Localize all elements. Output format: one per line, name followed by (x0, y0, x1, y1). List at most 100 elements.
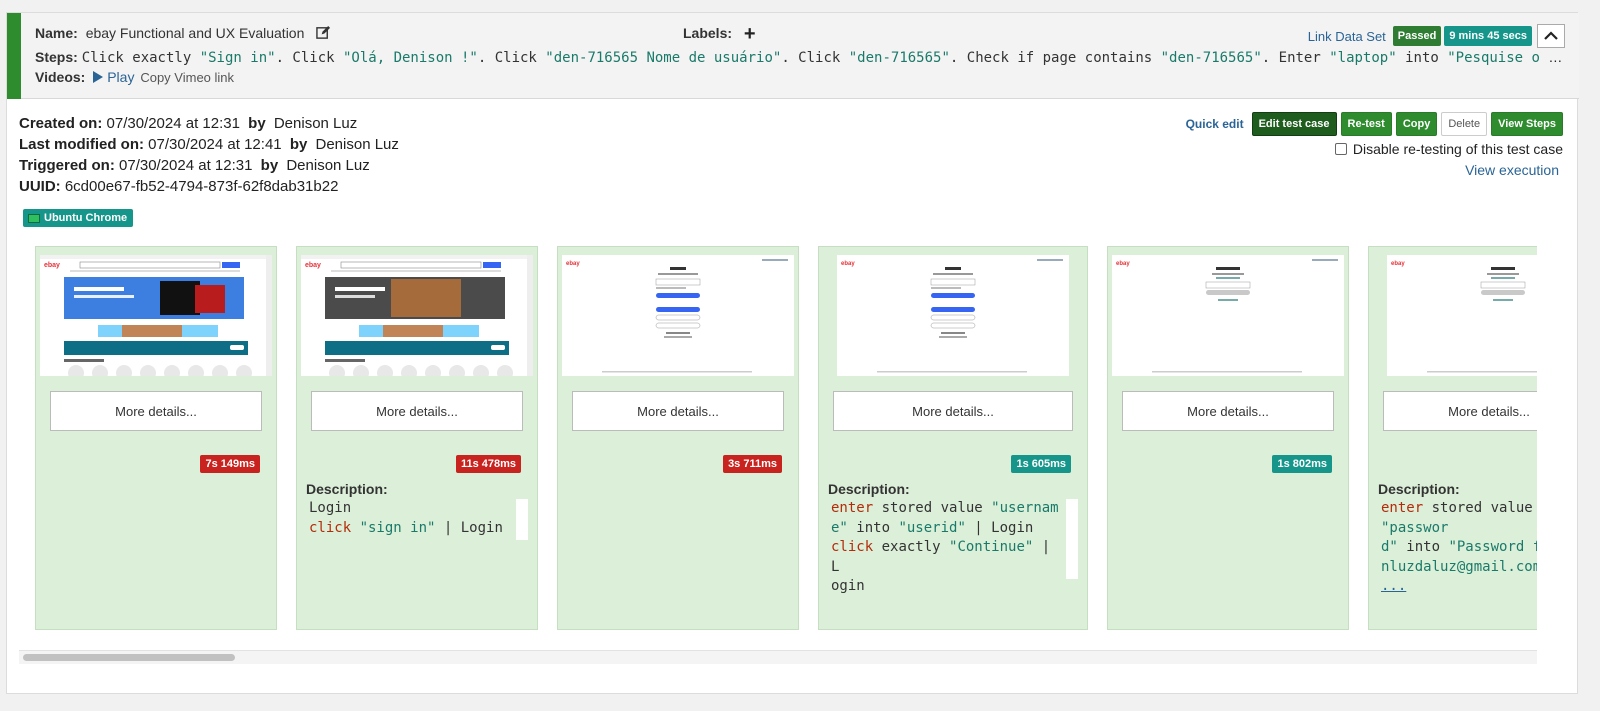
step-duration-badge: 7s 149ms (200, 455, 260, 473)
step-duration-badge: 1s 605ms (1011, 455, 1071, 473)
status-badge: Passed (1392, 26, 1442, 46)
environment-tag: Ubuntu Chrome (23, 209, 134, 227)
chevron-up-icon (1544, 31, 1558, 40)
step-screenshot[interactable]: ebay (1387, 255, 1537, 376)
description-token: "passwor (1381, 519, 1449, 536)
step-duration-badge: 3s 711ms (723, 455, 782, 473)
disable-retest-label: Disable re-testing of this test case (1352, 141, 1563, 157)
description-token: "Password fo (1448, 539, 1537, 555)
view-execution-link[interactable]: View execution (1465, 162, 1559, 178)
triggered-row: Triggered on: 07/30/2024 at 12:31 by Den… (19, 155, 399, 176)
step-card: ebay More details... 1s 802ms (1107, 246, 1349, 630)
more-details-button[interactable]: More details... (1383, 391, 1537, 431)
status-stripe (7, 13, 21, 99)
more-details-button[interactable]: More details... (311, 391, 523, 431)
by-label: by (248, 115, 266, 132)
description-label: Description: (306, 481, 388, 497)
step-screenshot[interactable]: ebay (837, 255, 1069, 376)
description-token: exactly (873, 539, 950, 555)
modified-row: Last modified on: 07/30/2024 at 12:41 by… (19, 134, 399, 155)
retest-button[interactable]: Re-test (1340, 112, 1392, 136)
add-label-icon[interactable]: + (744, 23, 756, 45)
test-case-card: Name: ebay Functional and UX Evaluation … (6, 12, 1579, 694)
scrollbar-thumb[interactable] (23, 654, 235, 661)
link-data-set-link[interactable]: Link Data Set (1308, 29, 1386, 44)
svg-text:ebay: ebay (44, 262, 60, 269)
triggered-label: Triggered on: (19, 157, 115, 174)
steps-label: Steps: (35, 49, 78, 65)
triggered-value: 07/30/2024 at 12:31 (119, 157, 253, 174)
step-description: Login click "sign in" | Login (309, 499, 511, 538)
name-label: Name: (35, 25, 78, 41)
step-screenshot[interactable]: ebay (301, 255, 533, 376)
step-card: ebay More details... 7s 149ms (35, 246, 277, 630)
os-icon (28, 213, 40, 223)
description-line: Login (309, 499, 511, 519)
more-details-button[interactable]: More details... (833, 391, 1073, 431)
step-screenshot[interactable]: ebay (1112, 255, 1344, 376)
labels-row: Labels: + (683, 24, 756, 44)
step-card: ebay More details... Description: enter st… (1368, 246, 1537, 630)
step-description: enter stored value "passwor d" into "Pass… (1381, 499, 1537, 597)
description-token: into (847, 519, 899, 536)
created-row: Created on: 07/30/2024 at 12:31 by Denis… (19, 113, 399, 134)
description-line: enter stored value "usernam (831, 499, 1061, 519)
edit-name-icon[interactable] (316, 25, 331, 43)
description-scrollbar[interactable] (516, 499, 528, 540)
show-more-link[interactable]: ... (1381, 578, 1406, 594)
description-line: click "sign in" | Login (309, 519, 511, 539)
horizontal-scrollbar[interactable] (19, 650, 1537, 664)
triggered-by: Denison Luz (286, 157, 370, 174)
test-case-meta: Created on: 07/30/2024 at 12:31 by Denis… (19, 113, 399, 197)
svg-text:ebay: ebay (566, 261, 580, 267)
duration-badge: 9 mins 45 secs (1444, 26, 1532, 46)
step-screenshot[interactable]: ebay (40, 255, 272, 376)
step-duration-badge: 11s 478ms (455, 455, 521, 473)
environment-label: Ubuntu Chrome (44, 212, 128, 224)
description-token: enter (1381, 500, 1424, 516)
test-case-header: Name: ebay Functional and UX Evaluation … (7, 13, 1579, 99)
description-token: stored value (1423, 500, 1533, 516)
disable-retest-row: Disable re-testing of this test case (1334, 141, 1563, 157)
more-details-button[interactable]: More details... (572, 391, 784, 431)
step-card: ebay More details... 1s 605ms Description:… (818, 246, 1088, 630)
by-label: by (289, 136, 308, 153)
disable-retest-checkbox[interactable] (1334, 143, 1347, 155)
view-steps-button[interactable]: View Steps (1491, 112, 1563, 136)
delete-button[interactable]: Delete (1441, 112, 1488, 136)
name-row: Name: ebay Functional and UX Evaluation (35, 25, 331, 43)
labels-label: Labels: (683, 25, 733, 41)
step-duration-badge: 1s 802ms (1272, 455, 1332, 473)
copy-vimeo-link[interactable]: Copy Vimeo link (140, 70, 234, 85)
description-scrollbar[interactable] (1066, 499, 1078, 579)
more-details-button[interactable]: More details... (50, 391, 262, 431)
description-token: e" (831, 519, 848, 536)
svg-text:ebay: ebay (305, 262, 321, 269)
created-label: Created on: (19, 115, 103, 132)
description-token: click (831, 539, 874, 555)
collapse-button[interactable] (1537, 24, 1565, 48)
description-token: enter (831, 500, 874, 516)
quick-edit-link[interactable]: Quick edit (1186, 117, 1244, 131)
step-screenshots-strip[interactable]: ebay More details... 7s 149ms ebay More … (21, 246, 1537, 630)
copy-button[interactable]: Copy (1395, 112, 1438, 136)
uuid-row: UUID: 6cd00e67-fb52-4794-873f-62f8dab31b… (19, 176, 399, 197)
description-token: | Login (965, 519, 1034, 536)
step-screenshot[interactable]: ebay (562, 255, 794, 376)
description-token: "sign in" (359, 519, 436, 536)
description-token: "userid" (898, 519, 966, 536)
edit-test-case-button[interactable]: Edit test case (1251, 112, 1337, 136)
description-line: d" into "Password fo (1381, 538, 1537, 558)
play-video-link[interactable]: Play (93, 69, 134, 85)
play-label: Play (107, 69, 135, 85)
steps-summary: Click exactly "Sign in". Click "Olá, Den… (81, 50, 1565, 66)
description-token: into (1397, 539, 1449, 555)
test-case-name: ebay Functional and UX Evaluation (85, 25, 305, 41)
modified-by: Denison Luz (315, 136, 399, 153)
description-line: nluzdaluz@gmail.com" (1381, 558, 1537, 578)
description-token: d" (1381, 539, 1398, 555)
created-value: 07/30/2024 at 12:31 (106, 115, 240, 132)
by-label: by (260, 157, 279, 174)
svg-text:ebay: ebay (841, 261, 855, 267)
more-details-button[interactable]: More details... (1122, 391, 1334, 431)
